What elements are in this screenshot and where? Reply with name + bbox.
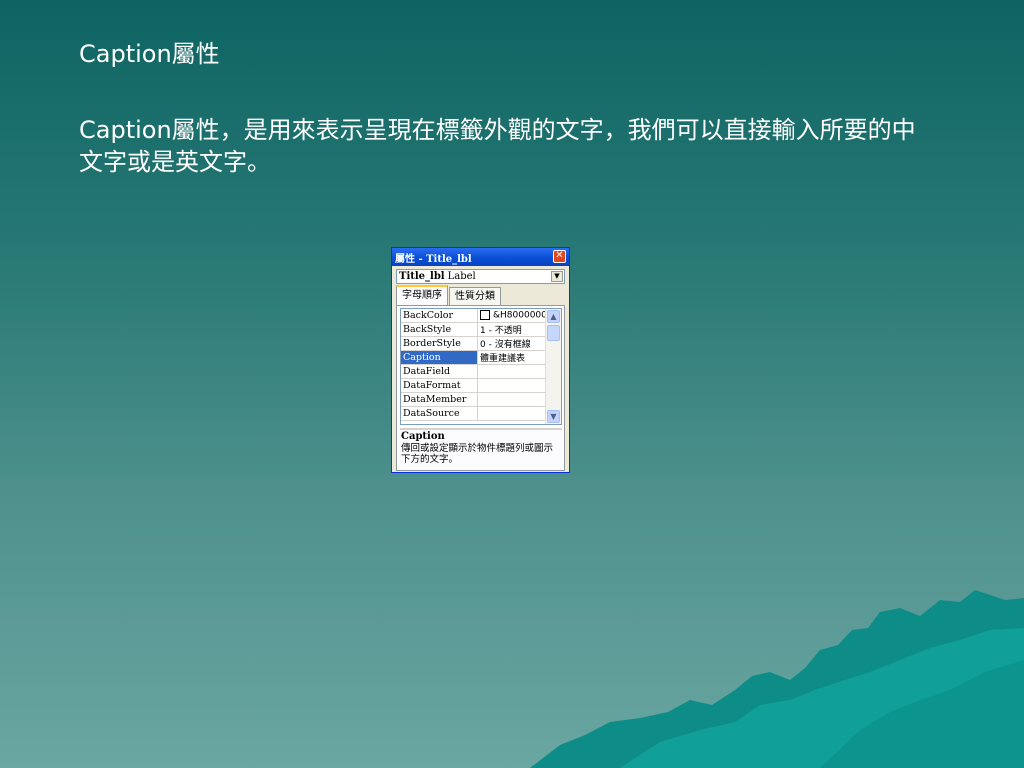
property-value[interactable]: 體重建議表: [477, 350, 545, 365]
object-select[interactable]: Title_lbl Label ▼: [396, 269, 565, 284]
scroll-down-icon[interactable]: ▼: [547, 410, 560, 423]
property-value[interactable]: [477, 378, 545, 393]
object-name: Title_lbl: [399, 271, 445, 282]
close-icon[interactable]: ✕: [553, 250, 566, 263]
property-grid: BackColor &H8000000 BackStyle 1 - 不透明 Bo…: [400, 308, 562, 425]
description-title: Caption: [401, 431, 445, 442]
chevron-down-icon[interactable]: ▼: [551, 271, 563, 282]
description-pane: Caption 傳回或設定顯示於物件標題列或圖示下方的文字。: [400, 428, 562, 468]
property-value[interactable]: [477, 364, 545, 379]
slide-title: Caption屬性: [79, 40, 220, 68]
description-text: 傳回或設定顯示於物件標題列或圖示下方的文字。: [401, 443, 554, 465]
property-row[interactable]: BorderStyle 0 - 沒有框線: [401, 336, 545, 351]
properties-window: 屬性 - Title_lbl ✕ Title_lbl Label ▼ 字母順序 …: [391, 247, 570, 473]
property-row[interactable]: BackStyle 1 - 不透明: [401, 322, 545, 337]
vertical-scrollbar[interactable]: ▲ ▼: [545, 309, 561, 424]
property-row[interactable]: DataMember: [401, 392, 545, 407]
property-value[interactable]: 1 - 不透明: [477, 322, 545, 337]
property-name: DataMember: [401, 392, 478, 407]
property-value[interactable]: 0 - 沒有框線: [477, 336, 545, 351]
property-row[interactable]: DataSource: [401, 406, 545, 421]
property-row[interactable]: DataField: [401, 364, 545, 379]
property-row[interactable]: DataFormat: [401, 378, 545, 393]
property-name: BackColor: [401, 309, 478, 323]
property-row-selected[interactable]: Caption 體重建議表: [401, 350, 545, 365]
property-name: BackStyle: [401, 322, 478, 337]
property-value-text: &H8000000: [493, 310, 545, 321]
tab-alphabetic[interactable]: 字母順序: [396, 285, 448, 307]
tab-strip: 字母順序 性質分類: [396, 285, 501, 307]
property-row[interactable]: BackColor &H8000000: [401, 309, 545, 323]
color-swatch-icon: [480, 310, 490, 321]
slide-body-text: Caption屬性，是用來表示呈現在標籤外觀的文字，我們可以直接輸入所要的中文字…: [79, 116, 916, 176]
property-name: DataFormat: [401, 378, 478, 393]
property-value[interactable]: [477, 392, 545, 407]
tab-categorized[interactable]: 性質分類: [449, 287, 501, 306]
object-type: Label: [447, 271, 476, 282]
property-name: BorderStyle: [401, 336, 478, 351]
scroll-up-icon[interactable]: ▲: [547, 310, 560, 323]
property-value[interactable]: [477, 406, 545, 421]
properties-titlebar[interactable]: 屬性 - Title_lbl ✕: [392, 248, 569, 266]
property-panel: BackColor &H8000000 BackStyle 1 - 不透明 Bo…: [396, 305, 565, 471]
scroll-thumb[interactable]: [547, 325, 560, 341]
properties-window-title: 屬性 - Title_lbl: [395, 253, 472, 265]
property-name: Caption: [401, 350, 478, 365]
property-name: DataSource: [401, 406, 478, 421]
property-name: DataField: [401, 364, 478, 379]
property-value[interactable]: &H8000000: [477, 309, 545, 323]
